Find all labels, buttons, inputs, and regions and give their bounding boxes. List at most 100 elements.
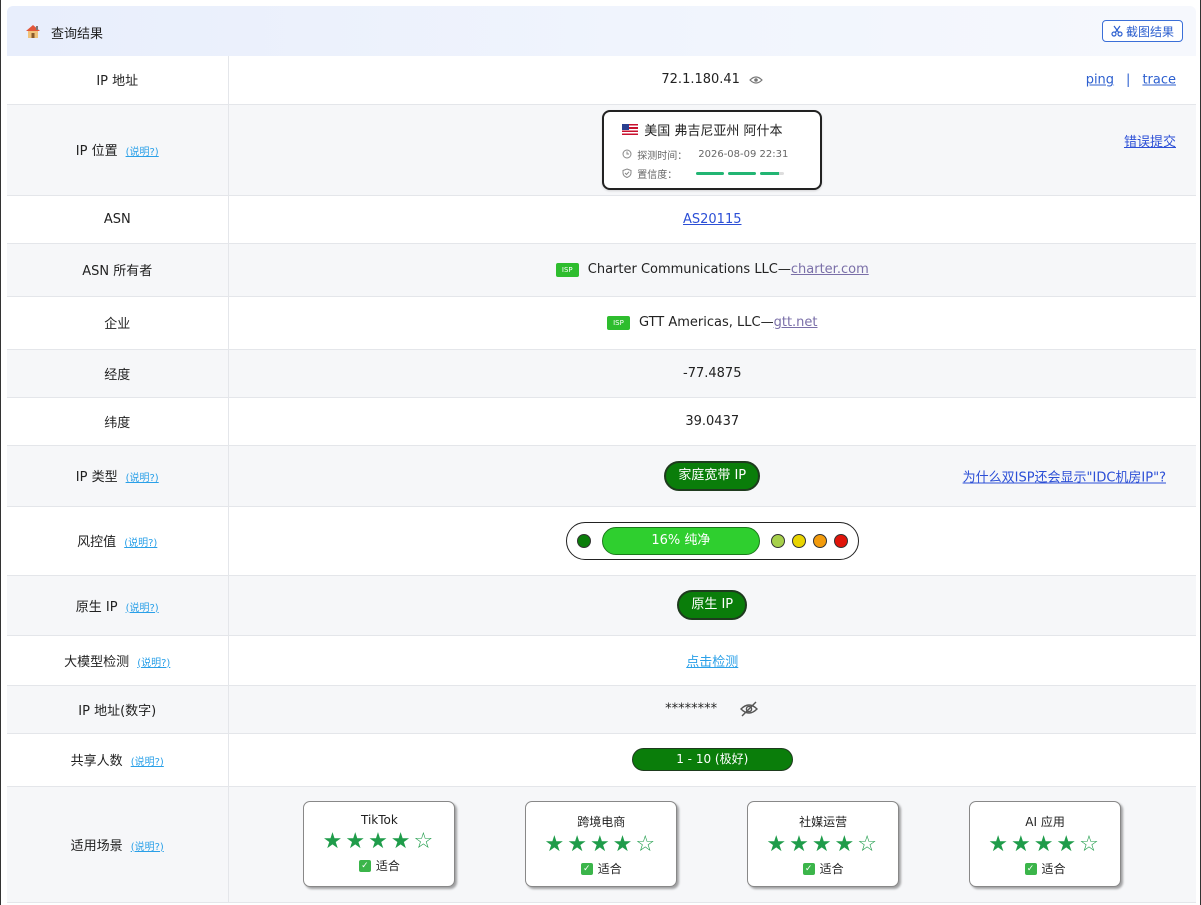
risk-meter: 16% 纯净 (565, 521, 859, 560)
confidence-row: 置信度： (622, 166, 820, 181)
row-scenes: 适用场景 (说明?) TikTok ★★★★☆ ✓ 适合 跨境电商 ★★★★☆ ✓ 适… (7, 786, 1197, 903)
eye-off-icon[interactable] (739, 701, 759, 717)
asn-owner-domain[interactable]: charter.com (791, 262, 869, 277)
share-label-cell: 共享人数 (说明?) (7, 733, 229, 787)
ip-numeric-cell: ******** (228, 685, 1196, 734)
native-label-cell: 原生 IP (说明?) (7, 575, 229, 636)
link-separator: | (1126, 72, 1131, 88)
ip-numeric-value: ******** (665, 701, 718, 717)
risk-dot-2 (792, 533, 806, 548)
row-llm: 大模型检测 (说明?) 点击检测 (7, 635, 1196, 686)
ip-type-label-cell: IP 类型 (说明?) (7, 445, 229, 507)
share-help-link[interactable]: (说明?) (131, 757, 164, 768)
native-help-link[interactable]: (说明?) (126, 603, 159, 614)
scene-name: 跨境电商 (577, 815, 626, 829)
share-cell: 1 - 10 (极好) (228, 733, 1196, 787)
row-ip: IP 地址 72.1.180.41 ping | trace (7, 56, 1196, 105)
scenes-cell: TikTok ★★★★☆ ✓ 适合 跨境电商 ★★★★☆ ✓ 适合 社媒运营 ★★★… (228, 786, 1197, 903)
location-place-row: 美国 弗吉尼亚州 阿什本 (622, 120, 820, 139)
row-share: 共享人数 (说明?) 1 - 10 (极好) (7, 733, 1196, 787)
scene-ok-text: 适合 (819, 862, 844, 876)
scene-ok-text: 适合 (597, 862, 622, 876)
results-title: 查询结果 (51, 27, 104, 42)
llm-cell: 点击检测 (228, 635, 1196, 686)
risk-dot-high (833, 533, 848, 548)
asn-owner-name: Charter Communications LLC— (587, 262, 791, 277)
isp-badge: ISP (606, 315, 630, 330)
row-asn: ASN AS20115 (7, 195, 1196, 244)
risk-dot-3 (812, 533, 827, 548)
star-rating: ★★★★☆ (988, 832, 1102, 857)
error-report-link[interactable]: 错误提交 (1124, 131, 1176, 150)
check-icon: ✓ (802, 862, 815, 875)
risk-cell: 16% 纯净 (228, 506, 1196, 576)
trace-link[interactable]: trace (1142, 72, 1176, 87)
idc-why-link[interactable]: 为什么双ISP还会显示"IDC机房IP"? (963, 466, 1166, 485)
scene-ok-text: 适合 (375, 859, 400, 873)
longitude-value: -77.4875 (228, 349, 1196, 398)
llm-label: 大模型检测 (64, 654, 130, 670)
ip-type-label: IP 类型 (75, 470, 118, 485)
location-label: IP 位置 (75, 144, 118, 159)
scene-status: ✓ 适合 (304, 857, 454, 874)
company-label: 企业 (7, 296, 229, 350)
company-name: GTT Americas, LLC— (638, 315, 774, 330)
eye-icon[interactable] (749, 75, 763, 85)
risk-label-cell: 风控值 (说明?) (7, 506, 229, 576)
scene-cards: TikTok ★★★★☆ ✓ 适合 跨境电商 ★★★★☆ ✓ 适合 社媒运营 ★★★… (229, 801, 1197, 887)
ip-type-badge: 家庭宽带 IP (664, 460, 761, 491)
confidence-bar (696, 171, 785, 175)
asn-owner-label: ASN 所有者 (7, 243, 229, 297)
scenes-help-link[interactable]: (说明?) (131, 842, 164, 853)
screenshot-button[interactable]: 截图结果 (1102, 20, 1183, 42)
row-location: IP 位置 (说明?) 美国 弗吉尼亚州 阿什本 探测时间： 2026-08-09… (7, 104, 1196, 196)
llm-label-cell: 大模型检测 (说明?) (7, 635, 229, 686)
llm-help-link[interactable]: (说明?) (137, 658, 170, 669)
ip-type-cell: 家庭宽带 IP 为什么双ISP还会显示"IDC机房IP"? (228, 445, 1196, 507)
shield-check-icon (622, 168, 632, 178)
row-asn-owner: ASN 所有者 ISP Charter Communications LLC—ch… (7, 243, 1196, 297)
scene-card-ecommerce: 跨境电商 ★★★★☆ ✓ 适合 (525, 801, 678, 887)
scene-ok-text: 适合 (1041, 862, 1066, 876)
native-badge: 原生 IP (677, 590, 748, 620)
clock-icon (622, 149, 632, 159)
risk-help-link[interactable]: (说明?) (124, 538, 157, 549)
location-help-link[interactable]: (说明?) (126, 147, 159, 158)
row-native: 原生 IP (说明?) 原生 IP (7, 575, 1196, 636)
asn-link[interactable]: AS20115 (683, 212, 742, 227)
ip-value: 72.1.180.41 (661, 72, 740, 88)
scene-card-tiktok: TikTok ★★★★☆ ✓ 适合 (303, 801, 456, 887)
scene-card-ai: AI 应用 ★★★★☆ ✓ 适合 (969, 801, 1122, 887)
detect-time-value: 2026-08-09 22:31 (698, 148, 789, 160)
ip-value-cell: 72.1.180.41 ping | trace (228, 56, 1196, 105)
star-rating: ★★★★☆ (322, 829, 437, 854)
detect-time-row: 探测时间： 2026-08-09 22:31 (622, 147, 820, 162)
screenshot-label: 截图结果 (1125, 24, 1174, 39)
asn-value-cell: AS20115 (228, 195, 1196, 244)
confidence-label: 置信度： (637, 169, 678, 181)
llm-check-link[interactable]: 点击检测 (686, 655, 738, 670)
home-icon (26, 25, 40, 38)
results-header: 查询结果 截图结果 (7, 6, 1196, 56)
row-ip-type: IP 类型 (说明?) 家庭宽带 IP 为什么双ISP还会显示"IDC机房IP"? (7, 445, 1196, 507)
star-rating: ★★★★☆ (766, 832, 880, 857)
company-domain[interactable]: gtt.net (774, 315, 818, 330)
ip-type-help-link[interactable]: (说明?) (126, 473, 159, 484)
scene-status: ✓ 适合 (526, 860, 676, 877)
location-place: 美国 弗吉尼亚州 阿什本 (644, 123, 783, 139)
scenes-label: 适用场景 (70, 838, 123, 854)
scene-card-social: 社媒运营 ★★★★☆ ✓ 适合 (747, 801, 900, 887)
scissors-icon (1111, 25, 1123, 37)
scenes-label-cell: 适用场景 (说明?) (7, 786, 229, 903)
ping-link[interactable]: ping (1086, 72, 1114, 87)
row-ip-numeric: IP 地址(数字) ******** (7, 685, 1196, 734)
location-card: 美国 弗吉尼亚州 阿什本 探测时间： 2026-08-09 22:31 置信度： (602, 109, 823, 190)
check-icon: ✓ (358, 859, 371, 872)
location-label-cell: IP 位置 (说明?) (7, 104, 229, 196)
asn-label: ASN (7, 195, 229, 244)
scene-name: 社媒运营 (799, 815, 848, 829)
native-cell: 原生 IP (228, 575, 1196, 636)
ping-trace-links: ping | trace (1086, 72, 1176, 87)
star-rating: ★★★★☆ (544, 832, 659, 857)
row-risk: 风控值 (说明?) 16% 纯净 (7, 506, 1196, 576)
